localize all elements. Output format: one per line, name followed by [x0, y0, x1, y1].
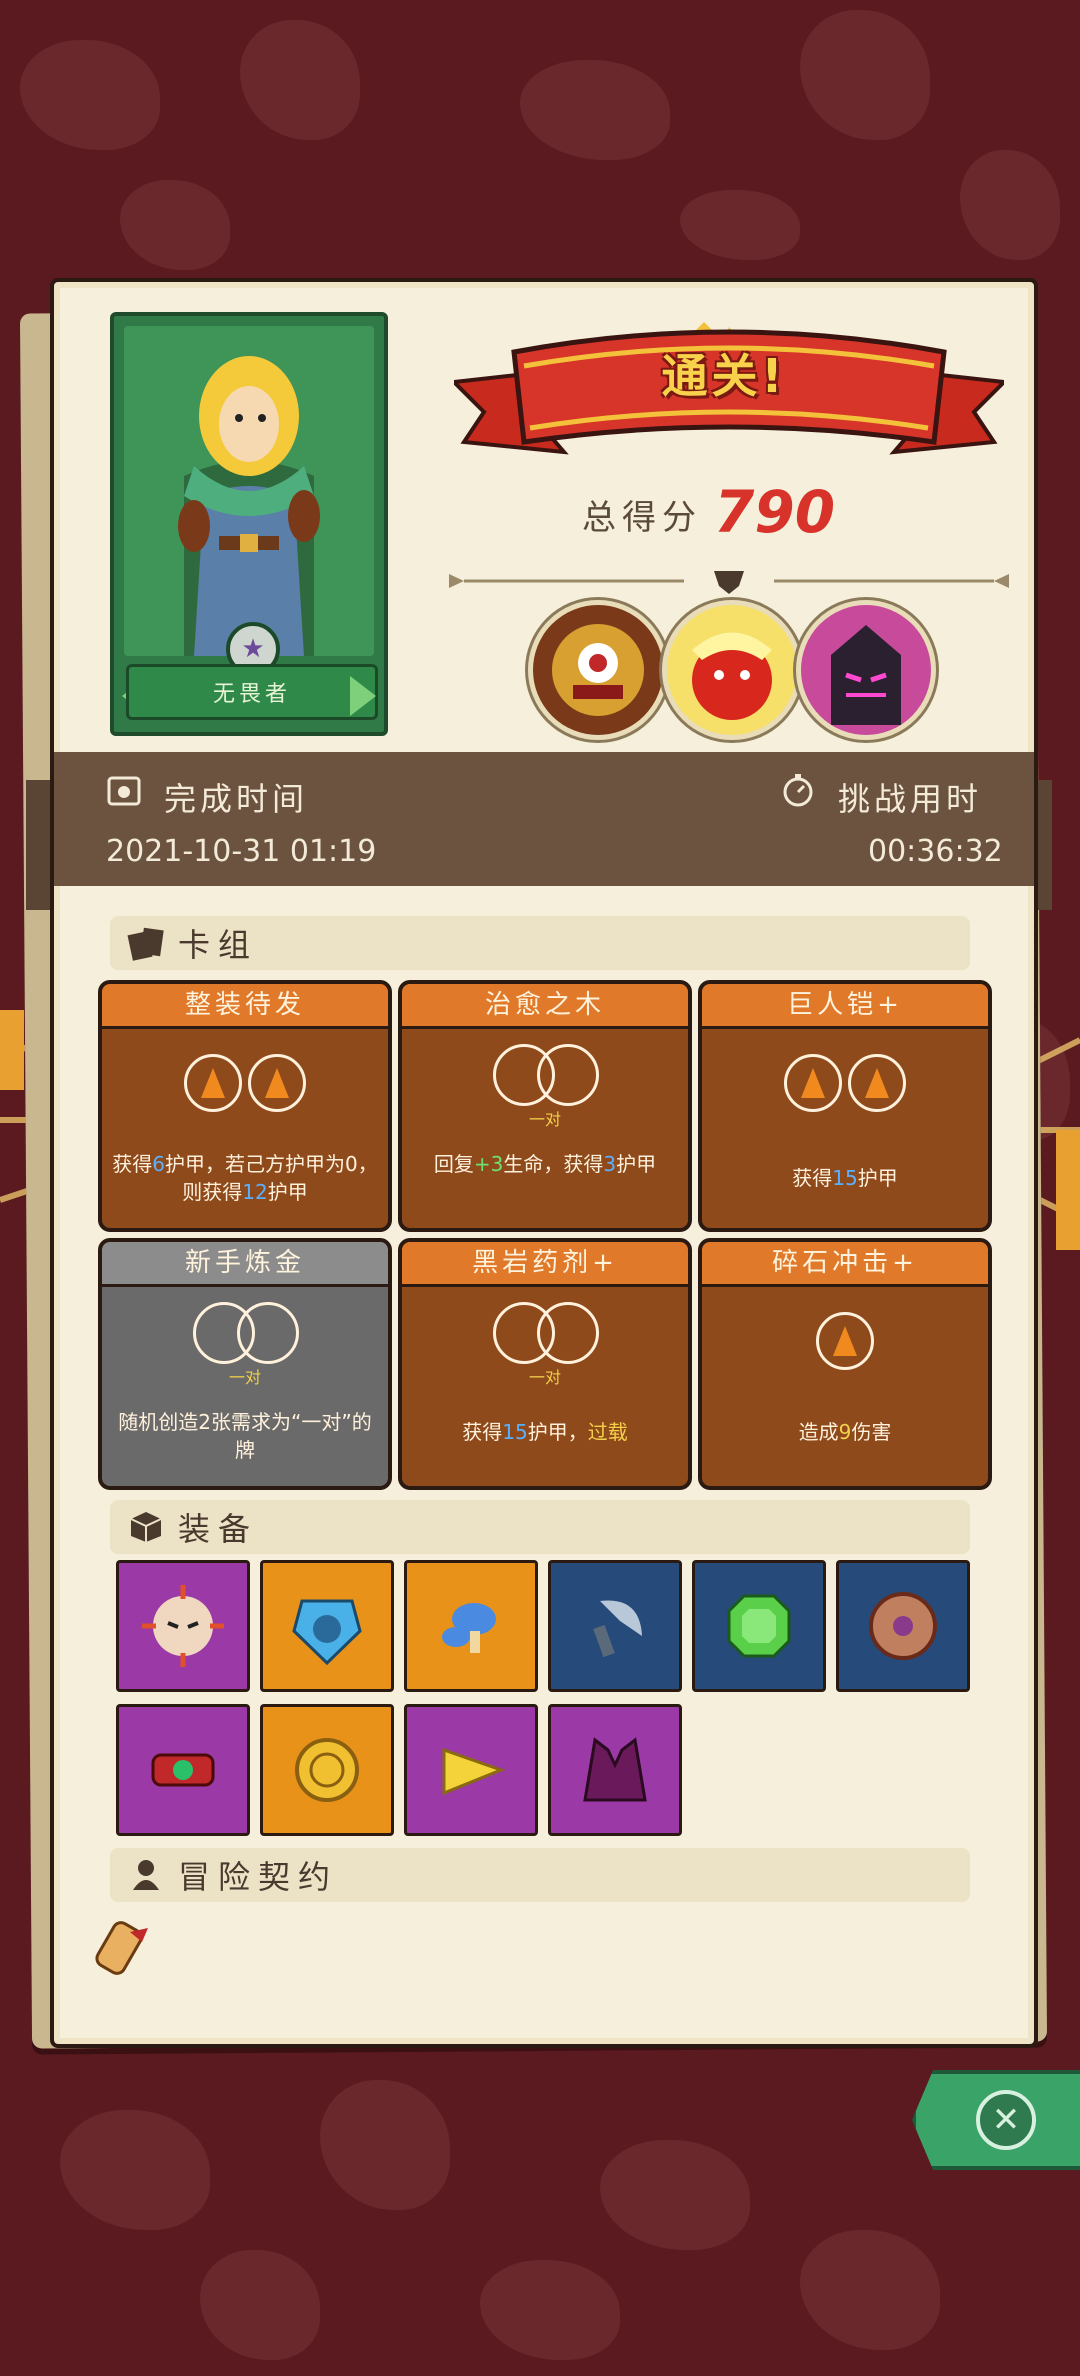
- equipment-section-header: 装备: [110, 1500, 970, 1554]
- boss-dark-knight-icon: [796, 600, 936, 740]
- person-icon: [124, 1853, 168, 1897]
- card-description: 回复+3生命，获得3护甲: [433, 1152, 657, 1176]
- complete-time-value: 2021-10-31 01:19: [106, 834, 377, 869]
- score-label: 总得分: [582, 498, 702, 538]
- card-title: 治愈之木: [402, 984, 688, 1029]
- pair-rings-icon: [493, 1302, 599, 1364]
- emerald-icon[interactable]: [692, 1560, 826, 1692]
- card-cost: [784, 1054, 906, 1112]
- card-zhiyu[interactable]: 治愈之木 一对 回复+3生命，获得3护甲: [398, 980, 692, 1232]
- victory-text: 通关!: [661, 349, 787, 403]
- card-suishi[interactable]: 碎石冲击+ 造成9伤害: [698, 1238, 992, 1490]
- card-description: 获得15护甲: [792, 1166, 898, 1190]
- card-pair-label: 一对: [228, 1368, 261, 1387]
- challenge-time-value: 00:36:32: [868, 834, 1003, 869]
- contract-section-header: 冒险契约: [110, 1848, 970, 1902]
- boss-red-demon-icon: [662, 600, 802, 740]
- card-description: 造成9伤害: [798, 1420, 892, 1444]
- hero-portrait: [124, 326, 374, 656]
- boss-cyclops-icon: [528, 600, 668, 740]
- contract-section-title: 冒险契约: [178, 1858, 339, 1896]
- dagger-icon[interactable]: [548, 1560, 682, 1692]
- score-value: 790: [714, 478, 836, 546]
- card-description: 获得15护甲，过载: [462, 1420, 628, 1444]
- card-title: 黑岩药剂+: [402, 1242, 688, 1287]
- mushroom-icon[interactable]: [404, 1560, 538, 1692]
- flame-gem-icon: [184, 1054, 242, 1112]
- bracelet-icon[interactable]: [116, 1704, 250, 1836]
- flame-gem-icon: [784, 1054, 842, 1112]
- card-xinshou[interactable]: 新手炼金 一对 随机创造2张需求为“一对”的牌: [98, 1238, 392, 1490]
- hero-card[interactable]: ★ 无畏者: [110, 312, 388, 736]
- pair-rings-icon: [193, 1302, 299, 1364]
- challenge-time-label: 挑战用时: [838, 780, 983, 818]
- cheese-icon[interactable]: [404, 1704, 538, 1836]
- sun-mask-icon[interactable]: [116, 1560, 250, 1692]
- result-panel: ★ 无畏者 通关! 总得分 790 完成时间 2021-10-31 01:19: [50, 278, 1038, 2048]
- card-title: 整装待发: [102, 984, 388, 1029]
- complete-time-label: 完成时间: [164, 780, 309, 818]
- box-icon: [124, 1505, 168, 1549]
- ornament-divider: [449, 571, 1009, 594]
- card-description: 随机创造2张需求为“一对”的牌: [118, 1410, 372, 1462]
- card-title: 巨人铠+: [702, 984, 988, 1029]
- pair-rings-icon: [493, 1044, 599, 1106]
- card-description: 获得6护甲，若己方护甲为0，则获得12护甲: [112, 1152, 378, 1204]
- hero-name: 无畏者: [126, 664, 378, 720]
- gold-coin-icon[interactable]: [260, 1704, 394, 1836]
- card-cost: [184, 1054, 306, 1112]
- card-pair-label: 一对: [528, 1110, 561, 1129]
- equipment-section-title: 装备: [178, 1510, 259, 1548]
- card-juren[interactable]: 巨人铠+ 获得15护甲: [698, 980, 992, 1232]
- card-title: 碎石冲击+: [702, 1242, 988, 1287]
- card-cost: [816, 1312, 874, 1370]
- round-shield-icon[interactable]: [836, 1560, 970, 1692]
- arrow-right-icon[interactable]: [350, 676, 376, 716]
- card-heiyan[interactable]: 黑岩药剂+ 一对 获得15护甲，过载: [398, 1238, 692, 1490]
- scroll-icon[interactable]: [90, 1912, 162, 1984]
- card-zhengzhuang[interactable]: 整装待发 获得6护甲，若己方护甲为0，则获得12护甲: [98, 980, 392, 1232]
- time-band: 完成时间 2021-10-31 01:19 挑战用时 00:36:32: [54, 752, 1034, 886]
- cards-icon: [124, 921, 168, 965]
- close-icon: ✕: [976, 2090, 1036, 2150]
- calendar-icon: [106, 772, 142, 808]
- card-title: 新手炼金: [102, 1242, 388, 1287]
- flame-gem-icon: [848, 1054, 906, 1112]
- stopwatch-icon: [780, 772, 816, 808]
- flame-gem-icon: [248, 1054, 306, 1112]
- close-button[interactable]: ✕: [912, 2070, 1080, 2170]
- vest-icon[interactable]: [548, 1704, 682, 1836]
- card-pair-label: 一对: [528, 1368, 561, 1387]
- flame-gem-icon: [816, 1312, 874, 1370]
- deck-section-title: 卡组: [178, 926, 259, 964]
- pumpkin-shield-icon[interactable]: [260, 1560, 394, 1692]
- deck-section-header: 卡组: [110, 916, 970, 970]
